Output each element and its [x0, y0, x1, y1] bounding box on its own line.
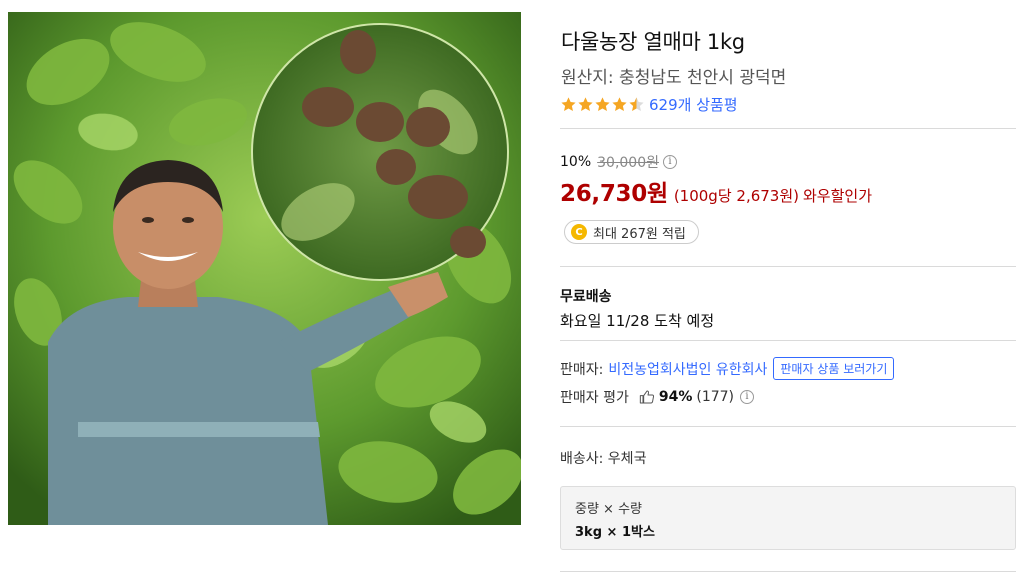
discount-rate: 10%	[560, 154, 592, 170]
star-icon	[612, 96, 627, 111]
product-origin: 원산지: 충청남도 천안시 광덕면	[561, 68, 787, 88]
option-title: 중량 × 수량	[575, 502, 642, 517]
original-price: 30,000원	[597, 155, 659, 171]
seller-rating-row: 판매자 평가 94% (177) i	[560, 387, 755, 407]
seller-rating-percent: 94%	[658, 389, 693, 405]
coin-icon: C	[571, 224, 587, 240]
reward-points-label: 최대 267원 적립	[593, 226, 686, 242]
star-icon	[595, 96, 610, 111]
wow-discount-label: 와우할인가	[803, 187, 873, 205]
seller-name-link[interactable]: 비전농업회사법인 유한회사	[608, 359, 767, 379]
seller-row: 판매자: 비전농업회사법인 유한회사 판매자 상품 보러가기	[560, 357, 895, 380]
sale-price-row: 26,730원 (100g당 2,673원) 와우할인가	[560, 174, 872, 208]
rating-row[interactable]: 629개 상품평	[560, 93, 738, 115]
divider	[560, 266, 1016, 267]
divider	[560, 128, 1016, 129]
unit-price: (100g당 2,673원)	[673, 187, 799, 205]
reward-points-badge: C 최대 267원 적립	[564, 220, 699, 244]
star-rating	[560, 96, 645, 113]
price-discount-row: 10% 30,000원 i	[560, 152, 677, 172]
thumbs-up-icon	[639, 390, 654, 404]
seller-label: 판매자:	[560, 361, 604, 378]
product-photo	[8, 12, 521, 525]
star-icon	[578, 96, 593, 111]
divider	[560, 340, 1016, 341]
info-icon[interactable]: i	[740, 390, 755, 404]
option-selector[interactable]: 중량 × 수량 3kg × 1박스	[560, 486, 1016, 550]
star-icon	[561, 96, 576, 111]
free-shipping-label: 무료배송	[560, 289, 612, 305]
seller-products-button[interactable]: 판매자 상품 보러가기	[773, 357, 895, 380]
seller-rating-count: (177)	[696, 389, 735, 405]
half-star-icon	[629, 96, 644, 111]
option-value: 3kg × 1박스	[575, 525, 655, 540]
arrival-date: 화요일 11/28 도착 예정	[560, 312, 715, 330]
product-title: 다울농장 열매마 1kg	[561, 30, 745, 54]
product-image	[8, 12, 521, 525]
divider	[560, 571, 1016, 572]
sale-price: 26,730원	[560, 181, 668, 207]
review-count-link[interactable]: 629개 상품평	[649, 94, 738, 115]
carrier-label: 배송사: 우체국	[560, 451, 647, 467]
info-icon[interactable]: i	[663, 155, 677, 169]
product-info-panel: 다울농장 열매마 1kg 원산지: 충청남도 천안시 광덕면 629개 상품평 …	[560, 0, 1016, 588]
divider	[560, 426, 1016, 427]
seller-rating-label: 판매자 평가	[560, 390, 629, 406]
